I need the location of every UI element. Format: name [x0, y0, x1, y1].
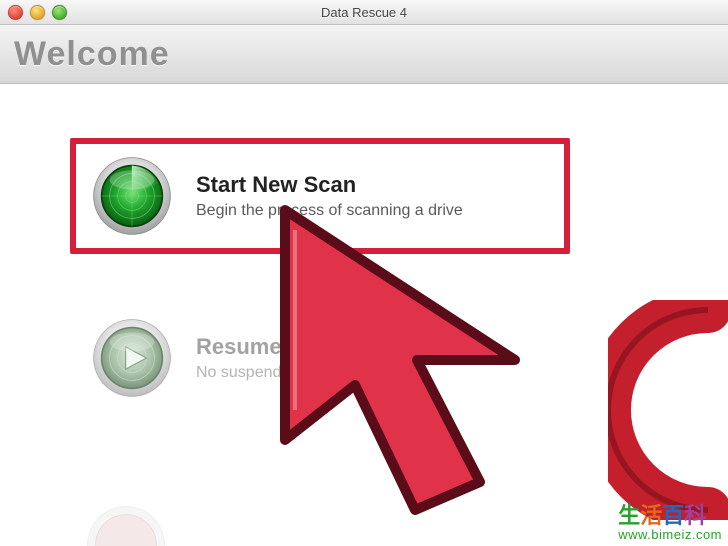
option-subtitle: Begin the process of scanning a drive [196, 202, 463, 220]
watermark-brand: 生活百科 [618, 504, 722, 528]
radar-icon-faded [86, 505, 166, 546]
toolbar: Welcome [0, 25, 728, 84]
option-title: Resume Suspe [196, 334, 363, 360]
option-title: Start New Scan [196, 172, 463, 198]
option-start-new-scan-texts: Start New Scan Begin the process of scan… [196, 172, 463, 220]
watermark-url: www.bimeiz.com [618, 528, 722, 542]
option-resume-texts: Resume Suspe No suspended scans fo [196, 334, 363, 382]
option-resume-suspended[interactable]: Resume Suspe No suspended scans fo [70, 300, 570, 416]
close-window-button[interactable] [8, 5, 23, 20]
app-logo-partial [608, 300, 728, 520]
zoom-window-button[interactable] [52, 5, 67, 20]
option-start-new-scan[interactable]: Start New Scan Begin the process of scan… [70, 138, 570, 254]
minimize-window-button[interactable] [30, 5, 45, 20]
window-titlebar: Data Rescue 4 [0, 0, 728, 25]
radar-play-icon [92, 318, 172, 398]
option-subtitle: No suspended scans fo [196, 364, 363, 382]
window-title: Data Rescue 4 [0, 5, 728, 20]
radar-icon [92, 156, 172, 236]
watermark: 生活百科 www.bimeiz.com [618, 504, 722, 542]
window-controls [8, 5, 67, 20]
page-title: Welcome [14, 35, 170, 74]
